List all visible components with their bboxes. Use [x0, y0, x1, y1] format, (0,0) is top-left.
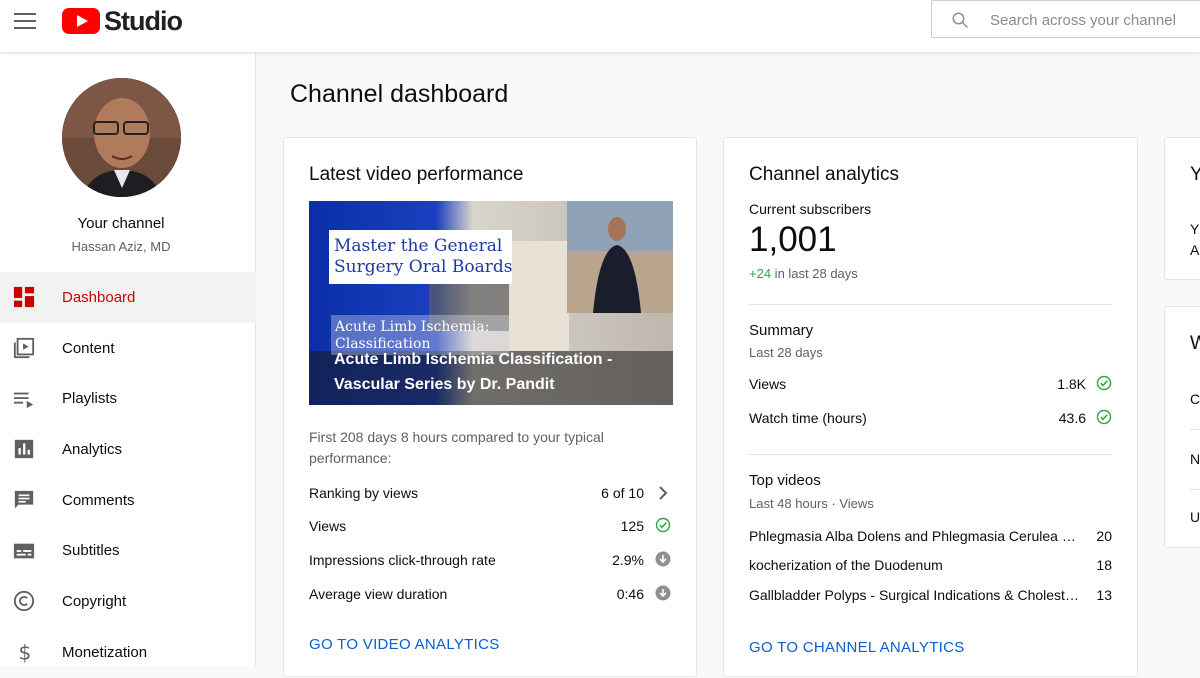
search-box[interactable]	[931, 0, 1200, 38]
metric-value: 0:46	[616, 586, 644, 602]
metric-value: 2.9%	[612, 552, 644, 568]
sidebar-nav: Dashboard Content Playlists Analytics Co…	[0, 272, 256, 678]
check-circle-icon	[1096, 375, 1112, 391]
subscribers-change: +24 in last 28 days	[749, 266, 858, 281]
sidebar: Your channel Hassan Aziz, MD Dashboard C…	[0, 53, 256, 667]
content-icon	[13, 337, 35, 359]
partial-card-top: Y Y A	[1164, 137, 1200, 280]
metric-value: 125	[620, 518, 644, 534]
top-video-views: 18	[1096, 557, 1112, 573]
metric-value: 6 of 10	[601, 485, 644, 501]
playlists-icon	[13, 392, 34, 408]
video-title: Acute Limb Ischemia Classification - Vas…	[334, 351, 613, 393]
search-icon	[952, 12, 969, 29]
sidebar-item-monetization[interactable]: $ Monetization	[0, 627, 256, 678]
card-text: U	[1190, 509, 1200, 525]
channel-name: Hassan Aziz, MD	[71, 239, 171, 254]
sidebar-item-subtitles[interactable]: Subtitles	[0, 525, 256, 576]
sidebar-item-label: Dashboard	[62, 288, 136, 306]
sidebar-item-analytics[interactable]: Analytics	[0, 424, 256, 475]
card-title: W	[1190, 333, 1200, 354]
subtitles-icon	[13, 543, 35, 559]
top-video-title[interactable]: kocherization of the Duodenum	[749, 557, 1084, 573]
sidebar-item-label: Comments	[62, 491, 135, 509]
youtube-play-icon	[62, 8, 100, 34]
check-circle-icon	[655, 517, 671, 533]
your-channel-label: Your channel	[77, 215, 165, 232]
search-input[interactable]	[990, 9, 1200, 31]
latest-video-card: Latest video performance Master the Gene…	[283, 137, 697, 677]
svg-text:$: $	[19, 641, 32, 663]
sidebar-item-label: Copyright	[62, 592, 127, 610]
summary-value: 43.6	[1058, 410, 1086, 426]
summary-value: 1.8K	[1057, 376, 1086, 392]
card-text: C	[1190, 391, 1200, 407]
divider	[1190, 489, 1200, 490]
check-circle-icon	[1096, 409, 1112, 425]
divider	[1190, 429, 1200, 430]
thumbnail-headline: Master the General Surgery Oral Boards	[334, 236, 513, 277]
divider	[749, 304, 1112, 305]
subscribers-label: Current subscribers	[749, 201, 872, 217]
sidebar-item-dashboard[interactable]: Dashboard	[0, 272, 256, 323]
arrow-down-circle-icon	[655, 585, 671, 601]
metric-label: Average view duration	[309, 586, 448, 602]
sidebar-item-label: Analytics	[62, 440, 123, 458]
go-to-channel-analytics-link[interactable]: GO TO CHANNEL ANALYTICS	[749, 639, 965, 656]
video-thumbnail[interactable]: Master the General Surgery Oral Boards A…	[309, 201, 673, 405]
metric-label: Impressions click-through rate	[309, 552, 496, 568]
menu-icon[interactable]	[14, 13, 36, 29]
summary-label: Views	[749, 376, 787, 392]
channel-avatar[interactable]	[62, 78, 181, 197]
sidebar-item-comments[interactable]: Comments	[0, 475, 256, 526]
analytics-icon	[14, 440, 34, 459]
arrow-down-circle-icon	[655, 551, 671, 567]
copyright-icon	[13, 591, 35, 612]
top-bar: Studio	[0, 0, 1200, 53]
logo-text: Studio	[104, 5, 183, 36]
top-video-views: 20	[1096, 528, 1112, 544]
summary-label: Watch time (hours)	[749, 410, 867, 426]
card-title: Latest video performance	[309, 164, 524, 185]
monetization-icon: $	[19, 641, 32, 663]
top-videos-period: Last 48 hours · Views	[749, 496, 874, 511]
partial-card-bottom: W C N U	[1164, 306, 1200, 548]
sidebar-item-label: Subtitles	[62, 542, 120, 560]
sidebar-item-label: Playlists	[62, 390, 118, 408]
card-text: Y	[1190, 221, 1200, 237]
divider	[749, 454, 1112, 455]
card-text: A	[1190, 242, 1200, 258]
dashboard-icon	[13, 287, 35, 308]
card-text: N	[1190, 451, 1200, 467]
top-videos-title: Top videos	[749, 472, 821, 489]
compare-text: First 208 days 8 hours compared to your …	[309, 429, 604, 466]
sidebar-item-content[interactable]: Content	[0, 323, 256, 374]
card-title: Y	[1190, 164, 1200, 185]
top-video-title[interactable]: Gallbladder Polyps - Surgical Indication…	[749, 587, 1084, 603]
comments-icon	[14, 490, 34, 509]
sidebar-item-playlists[interactable]: Playlists	[0, 373, 256, 424]
top-video-title[interactable]: Phlegmasia Alba Dolens and Phlegmasia Ce…	[749, 528, 1084, 544]
subscribers-change-suffix: in last 28 days	[771, 266, 858, 281]
summary-period: Last 28 days	[749, 345, 823, 360]
summary-title: Summary	[749, 322, 814, 339]
studio-logo[interactable]: Studio	[62, 5, 183, 36]
subscribers-change-value: +24	[749, 266, 772, 281]
sidebar-item-label: Content	[62, 339, 115, 357]
go-to-video-analytics-link[interactable]: GO TO VIDEO ANALYTICS	[309, 636, 500, 653]
sidebar-item-copyright[interactable]: Copyright	[0, 576, 256, 627]
metric-label: Views	[309, 518, 347, 534]
metric-label: Ranking by views	[309, 485, 418, 501]
subscribers-count: 1,001	[749, 220, 837, 259]
sidebar-item-label: Monetization	[62, 643, 148, 661]
top-video-views: 13	[1096, 587, 1112, 603]
card-title: Channel analytics	[749, 164, 899, 185]
channel-analytics-card: Channel analytics Current subscribers 1,…	[723, 137, 1138, 677]
page-title: Channel dashboard	[290, 80, 509, 108]
chevron-right-icon[interactable]	[655, 485, 671, 501]
